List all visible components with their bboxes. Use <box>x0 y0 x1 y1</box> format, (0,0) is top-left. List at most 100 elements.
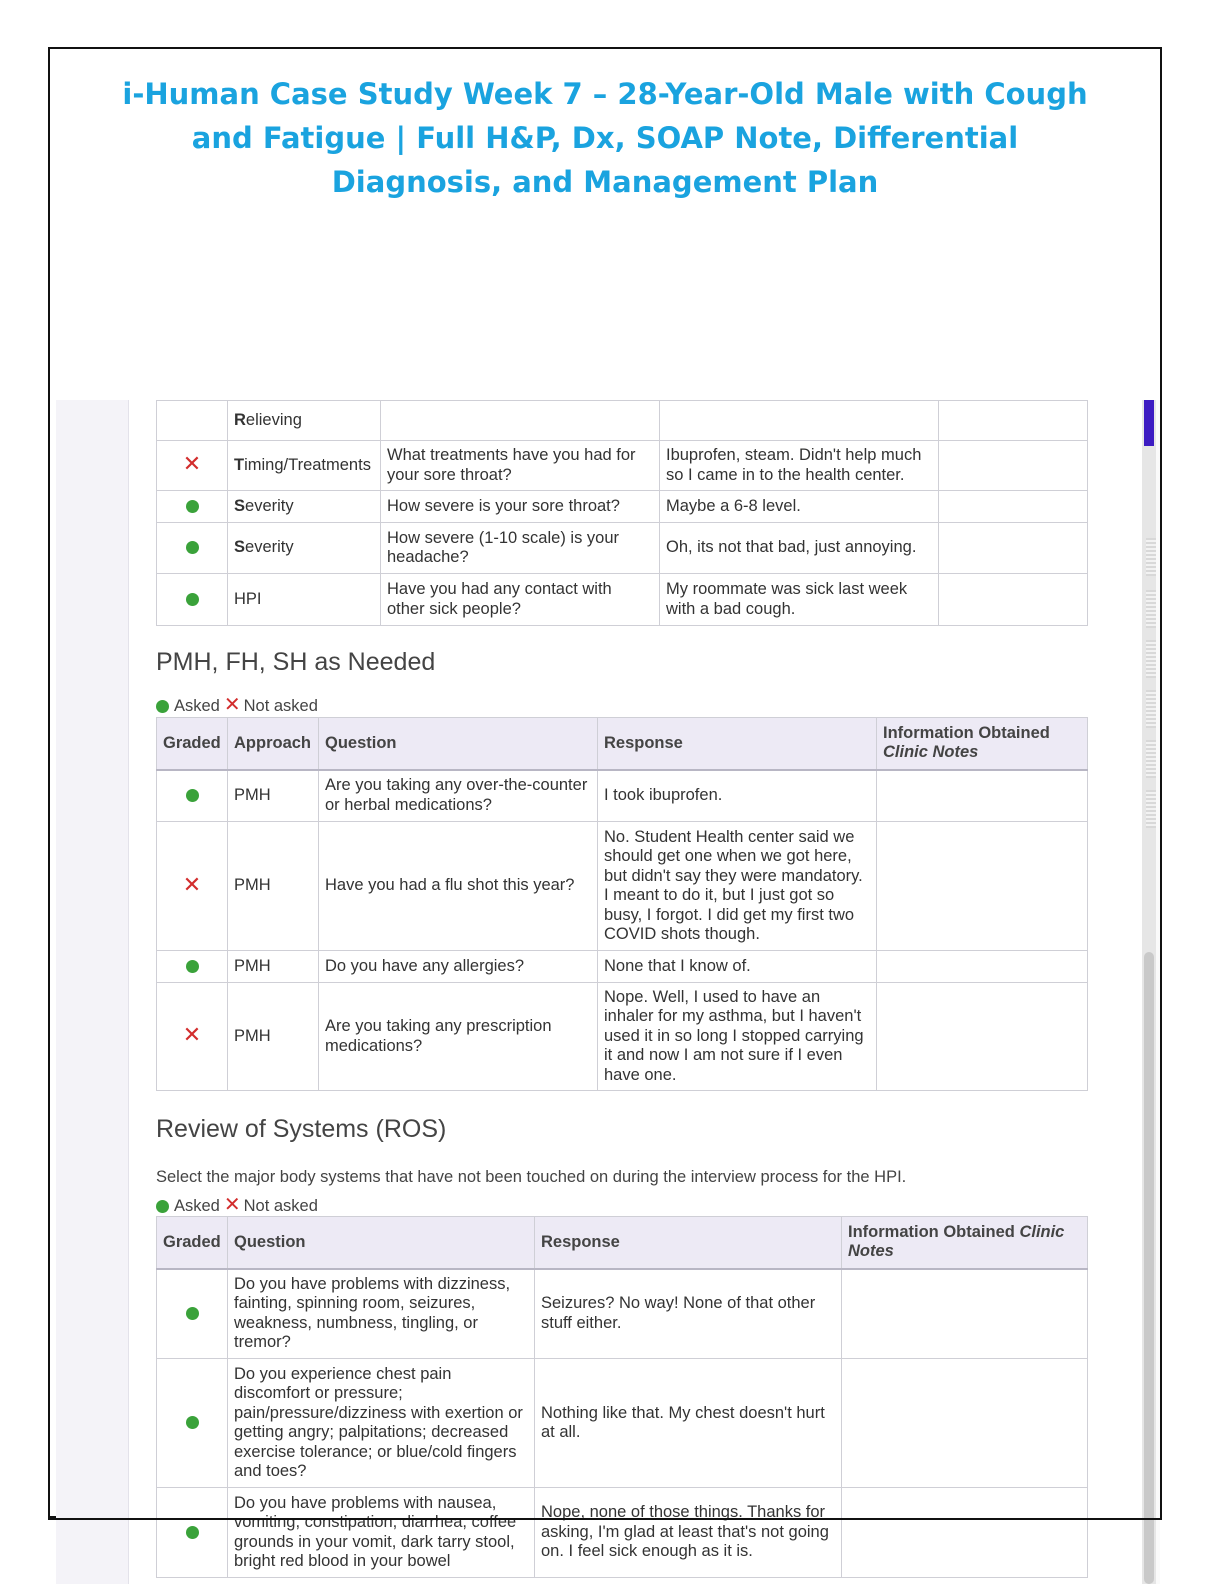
col-response: Response <box>534 1216 842 1270</box>
red-x-icon: ✕ <box>223 1194 241 1216</box>
notes-cell <box>938 400 1088 441</box>
element-cell: Timing/Treatments <box>227 440 381 491</box>
document-title: i-Human Case Study Week 7 – 28-Year-Old … <box>122 77 1088 199</box>
green-dot-icon <box>156 700 169 714</box>
graded-cell <box>156 950 228 983</box>
green-dot-icon <box>185 592 199 606</box>
question-cell: How severe is your sore throat? <box>380 490 660 523</box>
red-x-icon: ✕ <box>182 451 202 477</box>
ros-heading: Review of Systems (ROS) <box>156 1115 447 1143</box>
notes-cell <box>938 490 1088 523</box>
response-cell: No. Student Health center said we should… <box>597 821 877 951</box>
green-dot-icon <box>185 789 199 803</box>
rail-handle <box>1146 590 1156 628</box>
graded-cell: ✕ <box>156 440 228 491</box>
col-graded: Graded <box>156 717 228 771</box>
response-cell: My roommate was sick last week with a ba… <box>659 573 939 626</box>
col-response: Response <box>597 717 877 771</box>
green-dot-icon <box>185 1525 199 1539</box>
pmh-legend: Asked ✕ Not asked <box>156 694 318 716</box>
rail-handle <box>1146 790 1156 828</box>
notes-cell <box>938 573 1088 626</box>
element-cell: HPI <box>227 573 381 626</box>
graded-cell <box>156 1487 228 1578</box>
pmh-table: Graded Approach Question Response Inform… <box>156 717 1088 1091</box>
table-row: PMH Do you have any allergies? None that I… <box>156 950 1088 983</box>
graded-cell <box>156 573 228 626</box>
element-cell: Severity <box>227 522 381 574</box>
pmh-heading: PMH, FH, SH as Needed <box>156 648 436 676</box>
approach-cell: PMH <box>227 769 319 822</box>
approach-cell: PMH <box>227 821 319 951</box>
response-cell: Ibuprofen, steam. Didn't help much so I … <box>659 440 939 491</box>
screenshot-region: Relieving ✕ Timing/Treatments What treatmen… <box>56 400 1160 1584</box>
table-row: Severity How severe (1-10 scale) is your … <box>156 522 1088 574</box>
response-cell: Nope. Well, I used to have an inhaler fo… <box>597 982 877 1091</box>
green-dot-icon <box>185 499 199 513</box>
col-question: Question <box>227 1216 535 1270</box>
col-approach: Approach <box>227 717 319 771</box>
question-cell: Do you have problems with dizziness, fai… <box>227 1268 535 1359</box>
response-cell: I took ibuprofen. <box>597 769 877 822</box>
col-info: Information Obtained Clinic Notes <box>841 1216 1088 1270</box>
notes-cell <box>876 982 1088 1091</box>
table-row: ✕ Timing/Treatments What treatments have y… <box>156 440 1088 491</box>
response-cell: Oh, its not that bad, just annoying. <box>659 522 939 574</box>
red-x-icon: ✕ <box>223 694 241 716</box>
hpi-table: Relieving ✕ Timing/Treatments What treatmen… <box>156 400 1088 626</box>
col-question: Question <box>318 717 598 771</box>
response-cell: Nope, none of those things. Thanks for a… <box>534 1487 842 1578</box>
table-row: Severity How severe is your sore throat? M… <box>156 490 1088 523</box>
page-border-bottom <box>48 1518 1162 1520</box>
ros-table: Graded Question Response Information Obt… <box>156 1216 1088 1578</box>
table-row: Do you experience chest pain discomfort … <box>156 1358 1088 1488</box>
response-cell <box>659 400 939 441</box>
red-x-icon: ✕ <box>182 1022 202 1048</box>
graded-cell <box>156 490 228 523</box>
notes-cell <box>841 1358 1088 1488</box>
question-cell: Are you taking any over-the-counter or h… <box>318 769 598 822</box>
table-row: Do you have problems with dizziness, fai… <box>156 1268 1088 1359</box>
green-dot-icon <box>156 1200 169 1214</box>
rail-handle <box>1146 640 1156 678</box>
response-cell: Nothing like that. My chest doesn't hurt… <box>534 1358 842 1488</box>
col-info: Information Obtained Clinic Notes <box>876 717 1088 771</box>
col-graded: Graded <box>156 1216 228 1270</box>
graded-cell <box>156 1358 228 1488</box>
ros-header-row: Graded Question Response Information Obt… <box>156 1216 1088 1270</box>
notes-cell <box>876 950 1088 983</box>
rail-handle <box>1146 538 1156 576</box>
ros-instruction: Select the major body systems that have … <box>156 1168 907 1186</box>
table-row: Relieving <box>156 400 1088 441</box>
question-cell: Have you had any contact with other sick… <box>380 573 660 626</box>
graded-cell <box>156 769 228 822</box>
scrollbar-thumb[interactable] <box>1144 952 1154 1584</box>
notes-cell <box>938 522 1088 574</box>
question-cell: Do you have any allergies? <box>318 950 598 983</box>
green-dot-icon <box>185 541 199 555</box>
notes-cell <box>876 769 1088 822</box>
ros-legend: Asked ✕ Not asked <box>156 1194 318 1216</box>
green-dot-icon <box>185 1416 199 1430</box>
table-row: Do you have problems with nausea, vomiti… <box>156 1487 1088 1578</box>
rail-handle <box>1146 690 1156 728</box>
graded-cell: ✕ <box>156 982 228 1091</box>
graded-cell <box>156 522 228 574</box>
rail-handle <box>1146 740 1156 778</box>
response-cell: None that I know of. <box>597 950 877 983</box>
graded-cell <box>156 400 228 441</box>
green-dot-icon <box>185 959 199 973</box>
table-row: PMH Are you taking any over-the-counter o… <box>156 769 1088 822</box>
table-row: HPI Have you had any contact with other s… <box>156 573 1088 626</box>
question-cell: Do you experience chest pain discomfort … <box>227 1358 535 1488</box>
scroll-accent <box>1144 400 1154 446</box>
response-cell: Seizures? No way! None of that other stu… <box>534 1268 842 1359</box>
graded-cell <box>156 1268 228 1359</box>
question-cell: Are you taking any prescription medicati… <box>318 982 598 1091</box>
element-cell: Severity <box>227 490 381 523</box>
question-cell: Do you have problems with nausea, vomiti… <box>227 1487 535 1578</box>
element-cell: Relieving <box>227 400 381 441</box>
notes-cell <box>841 1487 1088 1578</box>
notes-cell <box>841 1268 1088 1359</box>
pmh-header-row: Graded Approach Question Response Inform… <box>156 717 1088 771</box>
